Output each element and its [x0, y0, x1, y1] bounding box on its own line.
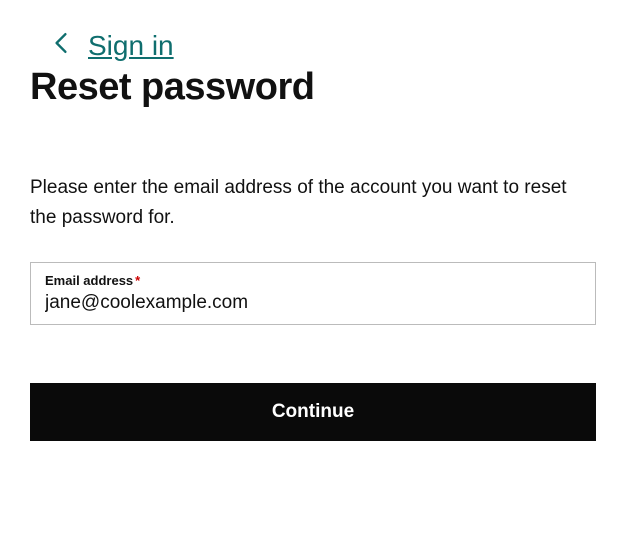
back-navigation: Sign in	[54, 30, 596, 62]
sign-in-link[interactable]: Sign in	[88, 30, 174, 62]
continue-button[interactable]: Continue	[30, 383, 596, 441]
email-label-row: Email address*	[45, 273, 581, 288]
email-field-wrapper[interactable]: Email address*	[30, 262, 596, 325]
required-indicator: *	[135, 273, 140, 288]
page-title: Reset password	[30, 66, 596, 109]
email-label: Email address	[45, 273, 133, 288]
instruction-text: Please enter the email address of the ac…	[30, 173, 596, 234]
chevron-left-icon[interactable]	[54, 32, 72, 60]
email-input[interactable]	[45, 292, 581, 314]
